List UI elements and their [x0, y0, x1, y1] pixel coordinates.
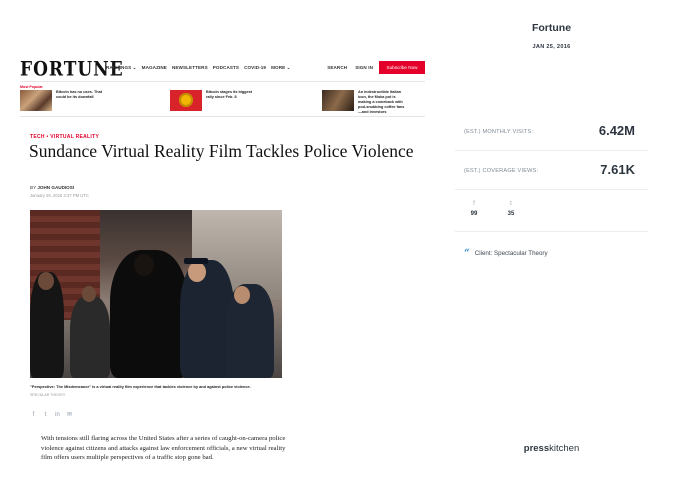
promo-item[interactable]: An indestructible Italian icon, the Moka…: [322, 90, 406, 114]
nav-item-covid[interactable]: COVID-19: [244, 65, 266, 71]
signin-link[interactable]: SIGN IN: [355, 65, 373, 70]
bitcoin-thumbnail: [170, 90, 202, 111]
author-link[interactable]: JOHN GAUDIOSI: [37, 185, 74, 190]
divider: [455, 150, 648, 151]
twitter-shares: t 35: [501, 200, 521, 217]
top-nav: FORTUNE RANKINGS ⌄ MAGAZINE NEWSLETTERS …: [20, 58, 425, 81]
monthly-visits-stat: (EST.) MONTHLY VISITS: 6.42M: [464, 123, 648, 143]
article-kicker[interactable]: TECH • VIRTUAL REALITY: [30, 134, 99, 140]
promo-divider: [20, 116, 425, 117]
stat-label: (EST.) COVERAGE VIEWS:: [464, 168, 539, 174]
nav-utility: SEARCH SIGN IN: [327, 65, 373, 70]
facebook-icon: f: [473, 201, 475, 207]
divider: [455, 231, 648, 232]
share-bar: f t in ✉: [30, 412, 73, 419]
photo-caption: "Perspective: The Misdemeanor" is a virt…: [30, 384, 251, 389]
article-headline: Sundance Virtual Reality Film Tackles Po…: [29, 141, 414, 161]
facebook-icon[interactable]: f: [30, 412, 37, 419]
divider: [455, 189, 648, 190]
nav-item-magazine[interactable]: MAGAZINE: [142, 65, 167, 71]
most-popular-label: Most Popular: [20, 85, 43, 89]
article-date: January 25, 2016 3:37 PM UTC: [30, 193, 89, 198]
share-count: 99: [470, 211, 478, 217]
promo-thumbnail: [322, 90, 354, 111]
nav-item-more[interactable]: MORE ⌄: [271, 65, 291, 71]
coverage-panel: Fortune JAN 25, 2016 (EST.) MONTHLY VISI…: [455, 0, 648, 481]
promo-thumbnail: [20, 90, 52, 111]
email-icon[interactable]: ✉: [66, 412, 73, 419]
brand-press: press: [523, 443, 550, 454]
nav-item-podcasts[interactable]: PODCASTS: [213, 65, 239, 71]
byline-prefix: BY: [30, 185, 37, 190]
stat-value: 6.42M: [598, 123, 635, 138]
twitter-icon: t: [510, 201, 512, 207]
presskitchen-logo[interactable]: presskitchen: [455, 443, 648, 454]
brand-kitchen: kitchen: [549, 443, 580, 454]
linkedin-icon[interactable]: in: [54, 412, 61, 419]
outlet-name: Fortune: [531, 22, 572, 34]
article-body: With tensions still flaring across the U…: [41, 435, 286, 461]
client-name: Client: Spectacular Theory: [474, 250, 548, 257]
promo-text: Bitcoin stages its biggest rally since F…: [206, 90, 252, 99]
coverage-date: JAN 25, 2016: [532, 44, 571, 50]
quote-icon: “: [464, 247, 470, 259]
stat-label: (EST.) MONTHLY VISITS:: [464, 129, 534, 135]
share-count: 35: [507, 211, 515, 217]
nav-item-rankings[interactable]: RANKINGS ⌄: [106, 65, 137, 71]
promo-text: An indestructible Italian icon, the Moka…: [358, 90, 405, 114]
nav-item-newsletters[interactable]: NEWSLETTERS: [172, 65, 208, 71]
search-link[interactable]: SEARCH: [327, 65, 347, 70]
nav-links: RANKINGS ⌄ MAGAZINE NEWSLETTERS PODCASTS…: [106, 65, 291, 71]
photo-credit: SPECULAR THEORY: [30, 393, 66, 397]
coverage-views-stat: (EST.) COVERAGE VIEWS: 7.61K: [464, 162, 648, 182]
facebook-shares: f 99: [464, 200, 484, 217]
client-line: “ Client: Spectacular Theory: [464, 247, 548, 259]
subscribe-button[interactable]: Subscribe Now: [379, 61, 425, 74]
byline: BY JOHN GAUDIOSI: [30, 185, 74, 190]
promo-item[interactable]: Bitcoin has no uses. That could be its d…: [20, 90, 104, 112]
article-photo: [30, 210, 282, 378]
stat-value: 7.61K: [600, 162, 635, 177]
promo-text: Bitcoin has no uses. That could be its d…: [56, 90, 102, 99]
nav-divider: [20, 81, 425, 82]
article-screenshot: FORTUNE RANKINGS ⌄ MAGAZINE NEWSLETTERS …: [18, 0, 428, 481]
promo-item[interactable]: Bitcoin stages its biggest rally since F…: [170, 90, 254, 112]
twitter-icon[interactable]: t: [42, 412, 49, 419]
